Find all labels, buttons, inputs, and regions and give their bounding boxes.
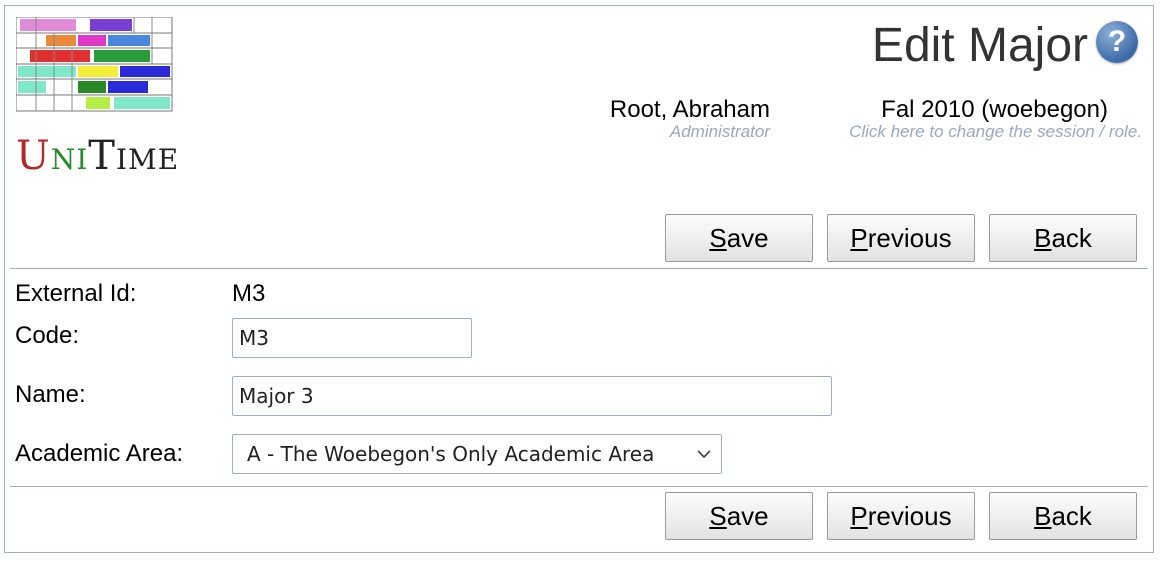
code-label: Code: [15,322,80,349]
logo-wordmark: UNITIME [16,133,179,179]
session-change-hint[interactable]: Click here to change the session / role. [849,122,1142,142]
external-id-label: External Id: [15,280,137,307]
previous-mnemonic: P [850,501,868,531]
back-mnemonic: B [1034,501,1052,531]
logo-letters-ni: NI [50,143,89,176]
code-input[interactable]: M3 [232,318,472,358]
footer-divider [10,486,1148,487]
previous-label-rest: revious [867,501,952,531]
save-label-rest: ave [726,501,769,531]
logo-letters-ime: IME [115,143,180,176]
back-button-bottom[interactable]: Back [989,492,1137,540]
save-mnemonic: S [709,501,727,531]
academic-area-label: Academic Area: [15,440,184,467]
chevron-down-icon [697,450,711,459]
previous-label-rest: revious [867,223,952,253]
back-button-top[interactable]: Back [989,214,1137,262]
previous-button-bottom[interactable]: Previous [827,492,975,540]
previous-mnemonic: P [850,223,868,253]
unitime-logo[interactable]: UNITIME [16,17,179,179]
help-icon[interactable]: ? [1096,21,1138,63]
logo-letter-u: U [16,133,51,179]
academic-area-selected: A - The Woebegon's Only Academic Area [247,442,655,466]
name-label: Name: [15,381,86,408]
page-title: Edit Major [871,19,1088,72]
back-label-rest: ack [1051,501,1092,531]
external-id-value: M3 [232,280,266,307]
save-label-rest: ave [726,223,769,253]
back-label-rest: ack [1051,223,1092,253]
save-button-top[interactable]: Save [665,214,813,262]
previous-button-top[interactable]: Previous [827,214,975,262]
save-mnemonic: S [709,223,727,253]
logo-grid-icon [16,17,173,112]
session-name[interactable]: Fal 2010 (woebegon) [881,96,1108,124]
user-role[interactable]: Administrator [670,122,770,142]
logo-letter-t: T [88,133,116,179]
user-name[interactable]: Root, Abraham [610,96,770,124]
header-divider [10,268,1148,269]
save-button-bottom[interactable]: Save [665,492,813,540]
name-input[interactable]: Major 3 [232,376,832,416]
academic-area-select[interactable]: A - The Woebegon's Only Academic Area [232,434,722,474]
back-mnemonic: B [1034,223,1052,253]
